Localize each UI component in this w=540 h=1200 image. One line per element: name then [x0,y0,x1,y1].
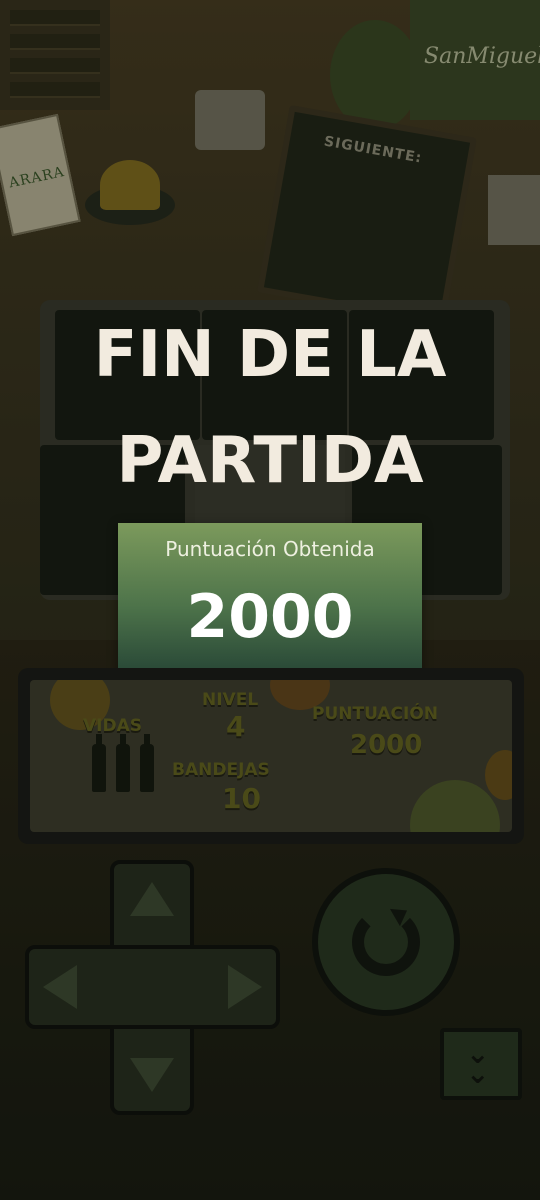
life-bottle-icon [140,734,154,792]
drop-button[interactable]: ⌄ ⌄ [440,1028,522,1100]
game-over-title-line1: FIN DE LA [93,318,447,392]
final-score-value: 2000 [186,582,354,652]
lime-slice-decoration [410,780,500,832]
score-label: PUNTUACIÓN [312,704,439,724]
sanmiguel-sign-text: SanMiguel [424,44,540,69]
final-score-label: Puntuación Obtenida [165,537,375,561]
level-label: NIVEL [202,690,259,710]
hud-inner: VIDAS NIVEL 4 BANDEJAS 10 PUNTUACIÓN 200… [30,680,512,832]
hud-panel: VIDAS NIVEL 4 BANDEJAS 10 PUNTUACIÓN 200… [18,668,524,844]
up-arrow-icon[interactable] [130,882,174,916]
left-arrow-icon[interactable] [43,965,77,1009]
next-piece-label: SIGUIENTE: [322,133,424,167]
rotate-button[interactable] [312,868,460,1016]
next-piece-board: SIGUIENTE: [256,104,478,326]
chair-left [195,90,265,150]
down-arrow-icon[interactable] [130,1058,174,1092]
lives-label: VIDAS [83,716,142,736]
level-value: 4 [226,710,246,743]
food-dome [100,160,160,210]
final-score-card: Puntuación Obtenida 2000 [118,523,422,675]
trays-value: 10 [222,782,261,815]
right-arrow-icon[interactable] [228,965,262,1009]
orange-slice-decoration [485,750,512,800]
chair-right [488,175,540,245]
wine-shelf [0,0,110,110]
sanmiguel-sign: SanMiguel [410,0,540,120]
game-over-title-line2: PARTIDA [116,424,424,498]
game-over-title: FIN DE LA PARTIDA [0,302,540,514]
arara-sign-text: ARARA [7,163,67,192]
life-bottle-icon [92,734,106,792]
dpad [25,860,280,1115]
life-bottle-icon [116,734,130,792]
score-value: 2000 [350,730,423,760]
double-chevron-down-icon: ⌄ ⌄ [466,1037,490,1090]
trays-label: BANDEJAS [172,760,270,780]
